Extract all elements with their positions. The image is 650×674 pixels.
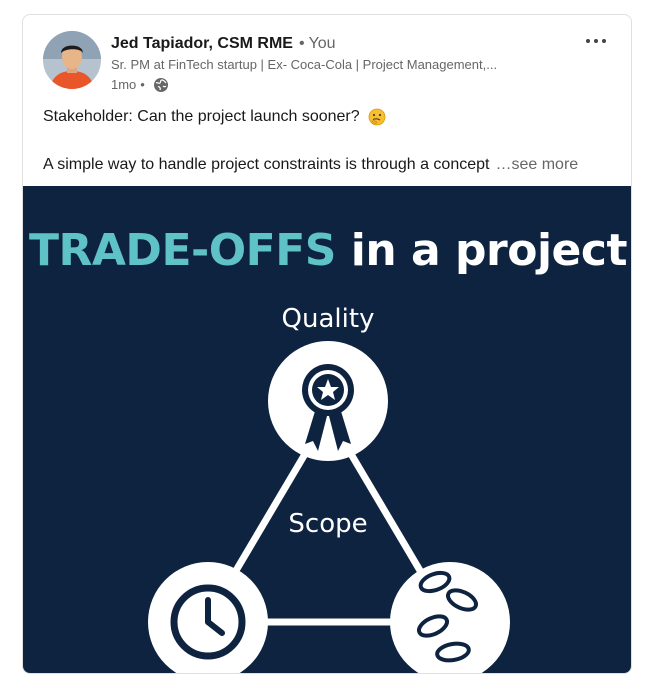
more-dot [602, 39, 606, 43]
more-dot [594, 39, 598, 43]
post-time-separator: • [140, 77, 145, 92]
post-image[interactable]: TRADE-OFFS in a project Quality Scope [23, 186, 631, 673]
avatar-photo [43, 31, 101, 89]
more-horizontal-icon [586, 39, 590, 43]
post-card: Jed Tapiador, CSM RME • You Sr. PM at FinT… [22, 14, 632, 674]
post-text-line-2: A simple way to handle project constrain… [43, 153, 613, 177]
post-text-body: A simple way to handle project constrain… [43, 156, 490, 173]
see-more-button[interactable]: …see more [495, 156, 578, 173]
globe-icon [153, 77, 169, 93]
author-relation: You [308, 35, 336, 52]
author-avatar[interactable] [43, 31, 101, 89]
author-line: Jed Tapiador, CSM RME • You [111, 34, 336, 54]
thinking-face-emoji [368, 108, 386, 126]
triangle-diagram [148, 341, 510, 673]
post-time: 1mo [111, 77, 137, 92]
author-separator: • [298, 35, 305, 52]
author-name[interactable]: Jed Tapiador, CSM RME [111, 35, 293, 52]
post-text-question: Stakeholder: Can the project launch soon… [43, 108, 360, 125]
author-headline[interactable]: Sr. PM at FinTech startup | Ex- Coca-Col… [111, 57, 497, 73]
scope-label: Scope [288, 509, 368, 539]
post-text-line-1: Stakeholder: Can the project launch soon… [43, 105, 613, 129]
post-more-options-button[interactable] [581, 29, 611, 53]
post-meta: 1mo • [111, 76, 169, 94]
post-text: Stakeholder: Can the project launch soon… [43, 105, 613, 177]
